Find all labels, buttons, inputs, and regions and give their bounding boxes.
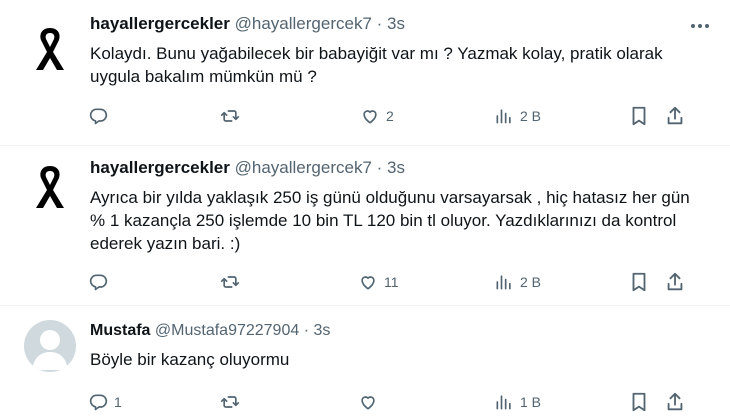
tweet-header: hayallergercekler @hayallergercek7 · 3s: [90, 158, 405, 178]
like-button[interactable]: 2: [360, 104, 394, 128]
bookmark-icon[interactable]: [628, 270, 650, 294]
reply-icon: [89, 394, 108, 411]
tweet-actions: 1 1 B: [88, 390, 688, 414]
author-name[interactable]: hayallergercekler: [90, 158, 230, 177]
reply-icon: [89, 274, 108, 291]
separator-dot: ·: [376, 158, 383, 177]
tweet-actions: 11 2 B: [88, 270, 688, 294]
reply-button[interactable]: 1: [88, 390, 122, 414]
author-name[interactable]: Mustafa: [90, 322, 150, 339]
like-button[interactable]: [358, 390, 384, 414]
share-icon[interactable]: [664, 270, 686, 294]
like-count: 11: [384, 274, 399, 290]
heart-icon: [361, 396, 375, 410]
timestamp[interactable]: 3s: [313, 322, 330, 339]
retweet-icon: [220, 110, 240, 122]
views-button[interactable]: 1 B: [494, 390, 541, 414]
like-count: 2: [386, 108, 394, 124]
reply-count: 1: [114, 394, 122, 410]
views-count: 2 B: [520, 108, 542, 124]
retweet-button[interactable]: [220, 104, 246, 128]
default-avatar-icon[interactable]: [24, 320, 76, 372]
views-chart-icon: [496, 395, 511, 410]
heart-icon: [361, 276, 375, 290]
views-button[interactable]: 2 B: [494, 270, 541, 294]
more-options-icon[interactable]: [688, 16, 712, 36]
user-silhouette-icon: [32, 330, 68, 370]
reply-button[interactable]: [88, 104, 114, 128]
author-handle[interactable]: @hayallergercek7: [235, 14, 372, 33]
black-ribbon-icon[interactable]: [26, 160, 74, 212]
heart-icon: [363, 110, 377, 124]
tweet[interactable]: Mustafa @Mustafa97227904 · 3s Böyle bir …: [0, 306, 730, 420]
like-button[interactable]: 11: [358, 270, 399, 294]
share-icon[interactable]: [664, 390, 686, 414]
bookmark-icon[interactable]: [628, 104, 650, 128]
reply-button[interactable]: [88, 270, 114, 294]
timestamp[interactable]: 3s: [387, 158, 405, 177]
tweet-header: hayallergercekler @hayallergercek7 · 3s: [90, 14, 405, 34]
share-icon[interactable]: [664, 104, 686, 128]
author-handle[interactable]: @hayallergercek7: [235, 158, 372, 177]
tweet-text: Ayrıca bir yılda yaklaşık 250 iş günü ol…: [90, 188, 690, 253]
tweet-text: Böyle bir kazanç oluyormu: [90, 350, 290, 369]
author-name[interactable]: hayallergercekler: [90, 14, 230, 33]
tweet[interactable]: hayallergercekler @hayallergercek7 · 3s …: [0, 146, 730, 306]
views-count: 2 B: [520, 274, 542, 290]
bookmark-icon[interactable]: [628, 390, 650, 414]
author-handle[interactable]: @Mustafa97227904: [155, 322, 299, 339]
tweet-header: Mustafa @Mustafa97227904 · 3s: [90, 322, 330, 340]
timestamp[interactable]: 3s: [387, 14, 405, 33]
views-count: 1 B: [520, 394, 542, 410]
views-button[interactable]: 2 B: [494, 104, 541, 128]
tweet-text: Kolaydı. Bunu yağabilecek bir babayiğit …: [90, 44, 663, 86]
views-chart-icon: [496, 109, 511, 124]
tweet[interactable]: hayallergercekler @hayallergercek7 · 3s …: [0, 0, 730, 146]
retweet-button[interactable]: [220, 270, 246, 294]
separator-dot: ·: [376, 14, 383, 33]
retweet-icon: [220, 396, 240, 408]
retweet-button[interactable]: [220, 390, 246, 414]
black-ribbon-icon[interactable]: [26, 22, 74, 74]
reply-icon: [89, 108, 108, 125]
retweet-icon: [220, 276, 240, 288]
views-chart-icon: [496, 275, 511, 290]
separator-dot: ·: [303, 322, 310, 339]
tweet-actions: 2 2 B: [88, 104, 688, 128]
